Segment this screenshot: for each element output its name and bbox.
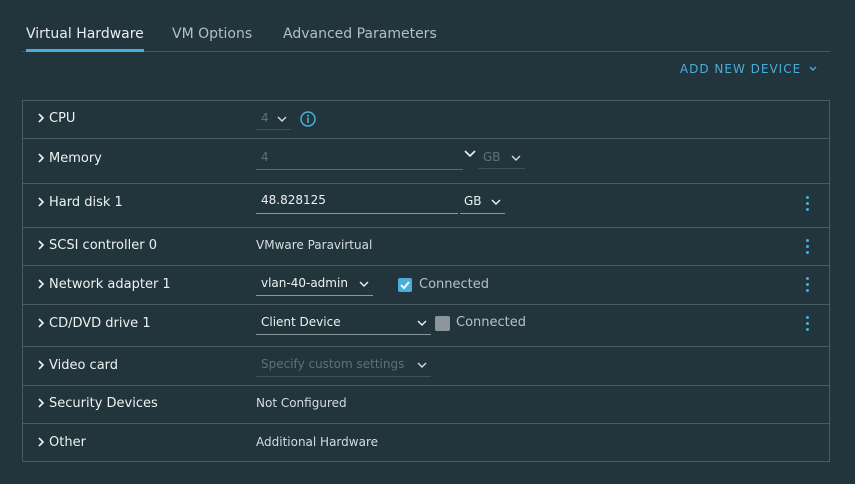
- expand-network-adapter[interactable]: Network adapter 1: [37, 277, 171, 292]
- scsi-controller-label: SCSI controller 0: [49, 238, 157, 253]
- row-network-adapter: Network adapter 1 vlan-40-admin Connecte…: [23, 266, 829, 305]
- chevron-down-icon: [359, 281, 369, 287]
- other-value: Additional Hardware: [256, 435, 378, 449]
- network-select[interactable]: vlan-40-admin: [256, 276, 373, 296]
- hard-disk-value: 48.828125: [261, 193, 326, 207]
- cd-dvd-value: Client Device: [261, 315, 341, 329]
- network-value: vlan-40-admin: [261, 276, 348, 290]
- row-memory: Memory 4 GB: [23, 139, 829, 184]
- chevron-right-icon: [38, 113, 45, 123]
- vm-hardware-panel: Virtual Hardware VM Options Advanced Par…: [0, 0, 855, 484]
- hard-disk-label: Hard disk 1: [49, 195, 123, 210]
- memory-value: 4: [261, 150, 269, 164]
- chevron-down-icon: [511, 155, 521, 161]
- tab-virtual-hardware[interactable]: Virtual Hardware: [26, 26, 144, 52]
- expand-video-card[interactable]: Video card: [37, 358, 118, 373]
- video-card-value: Specify custom settings: [261, 357, 405, 371]
- memory-unit: GB: [483, 150, 501, 164]
- chevron-right-icon: [38, 153, 45, 163]
- network-connected-label: Connected: [419, 277, 490, 292]
- tab-advanced-parameters[interactable]: Advanced Parameters: [283, 26, 437, 51]
- memory-input[interactable]: 4: [256, 150, 463, 170]
- row-security-devices: Security Devices Not Configured: [23, 386, 829, 424]
- hard-disk-unit-select[interactable]: GB: [460, 194, 505, 214]
- expand-cd-dvd-drive[interactable]: CD/DVD drive 1: [37, 316, 151, 331]
- other-label: Other: [49, 435, 86, 450]
- hard-disk-menu-icon[interactable]: [806, 196, 810, 212]
- chevron-down-icon: [417, 362, 427, 368]
- cd-dvd-drive-label: CD/DVD drive 1: [49, 316, 151, 331]
- tab-vm-options[interactable]: VM Options: [172, 26, 252, 51]
- chevron-right-icon: [38, 398, 45, 408]
- expand-scsi-controller[interactable]: SCSI controller 0: [37, 238, 157, 253]
- expand-cpu[interactable]: CPU: [37, 111, 75, 126]
- network-adapter-label: Network adapter 1: [49, 277, 171, 292]
- chevron-down-icon: [809, 66, 817, 71]
- memory-unit-select[interactable]: GB: [478, 150, 525, 169]
- row-hard-disk: Hard disk 1 48.828125 GB: [23, 184, 829, 228]
- security-devices-value: Not Configured: [256, 396, 347, 410]
- chevron-right-icon: [38, 197, 45, 207]
- expand-memory[interactable]: Memory: [37, 151, 102, 166]
- chevron-right-icon: [38, 318, 45, 328]
- row-cd-dvd-drive: CD/DVD drive 1 Client Device Connected: [23, 305, 829, 347]
- cd-dvd-drive-menu-icon[interactable]: [806, 316, 810, 332]
- memory-label: Memory: [49, 151, 102, 166]
- video-card-label: Video card: [49, 358, 119, 373]
- checkmark-icon: [400, 281, 410, 290]
- chevron-down-icon[interactable]: [464, 149, 476, 159]
- network-adapter-menu-icon[interactable]: [806, 277, 810, 293]
- chevron-right-icon: [38, 279, 45, 289]
- hard-disk-unit: GB: [464, 194, 482, 208]
- chevron-down-icon: [277, 116, 287, 122]
- info-icon[interactable]: [300, 111, 316, 127]
- expand-other[interactable]: Other: [37, 435, 86, 450]
- hardware-table: CPU 4 Memory 4 GB Hard disk 1 48.828125 …: [22, 100, 830, 462]
- add-new-device-button[interactable]: ADD NEW DEVICE: [680, 62, 817, 76]
- hard-disk-size-input[interactable]: 48.828125: [256, 193, 458, 214]
- cpu-value: 4: [261, 111, 269, 125]
- chevron-right-icon: [38, 437, 45, 447]
- network-connected-checkbox[interactable]: [398, 278, 412, 292]
- expand-hard-disk[interactable]: Hard disk 1: [37, 195, 123, 210]
- chevron-down-icon: [417, 320, 427, 326]
- cpu-select[interactable]: 4: [256, 111, 291, 130]
- cd-dvd-select[interactable]: Client Device: [256, 315, 431, 335]
- chevron-down-icon: [491, 199, 501, 205]
- cpu-label: CPU: [49, 111, 76, 126]
- scsi-controller-value: VMware Paravirtual: [256, 238, 373, 252]
- row-other: Other Additional Hardware: [23, 424, 829, 461]
- chevron-right-icon: [38, 240, 45, 250]
- cd-dvd-connected-checkbox[interactable]: [435, 316, 450, 331]
- cd-dvd-connected-label: Connected: [456, 315, 527, 330]
- video-card-select[interactable]: Specify custom settings: [256, 357, 431, 377]
- tab-bar: Virtual Hardware VM Options Advanced Par…: [22, 14, 830, 52]
- row-video-card: Video card Specify custom settings: [23, 347, 829, 386]
- add-new-device-label: ADD NEW DEVICE: [679, 62, 802, 76]
- row-scsi-controller: SCSI controller 0 VMware Paravirtual: [23, 228, 829, 266]
- scsi-controller-menu-icon[interactable]: [806, 239, 810, 255]
- security-devices-label: Security Devices: [49, 396, 158, 411]
- row-cpu: CPU 4: [23, 101, 829, 139]
- chevron-right-icon: [38, 360, 45, 370]
- expand-security-devices[interactable]: Security Devices: [37, 396, 158, 411]
